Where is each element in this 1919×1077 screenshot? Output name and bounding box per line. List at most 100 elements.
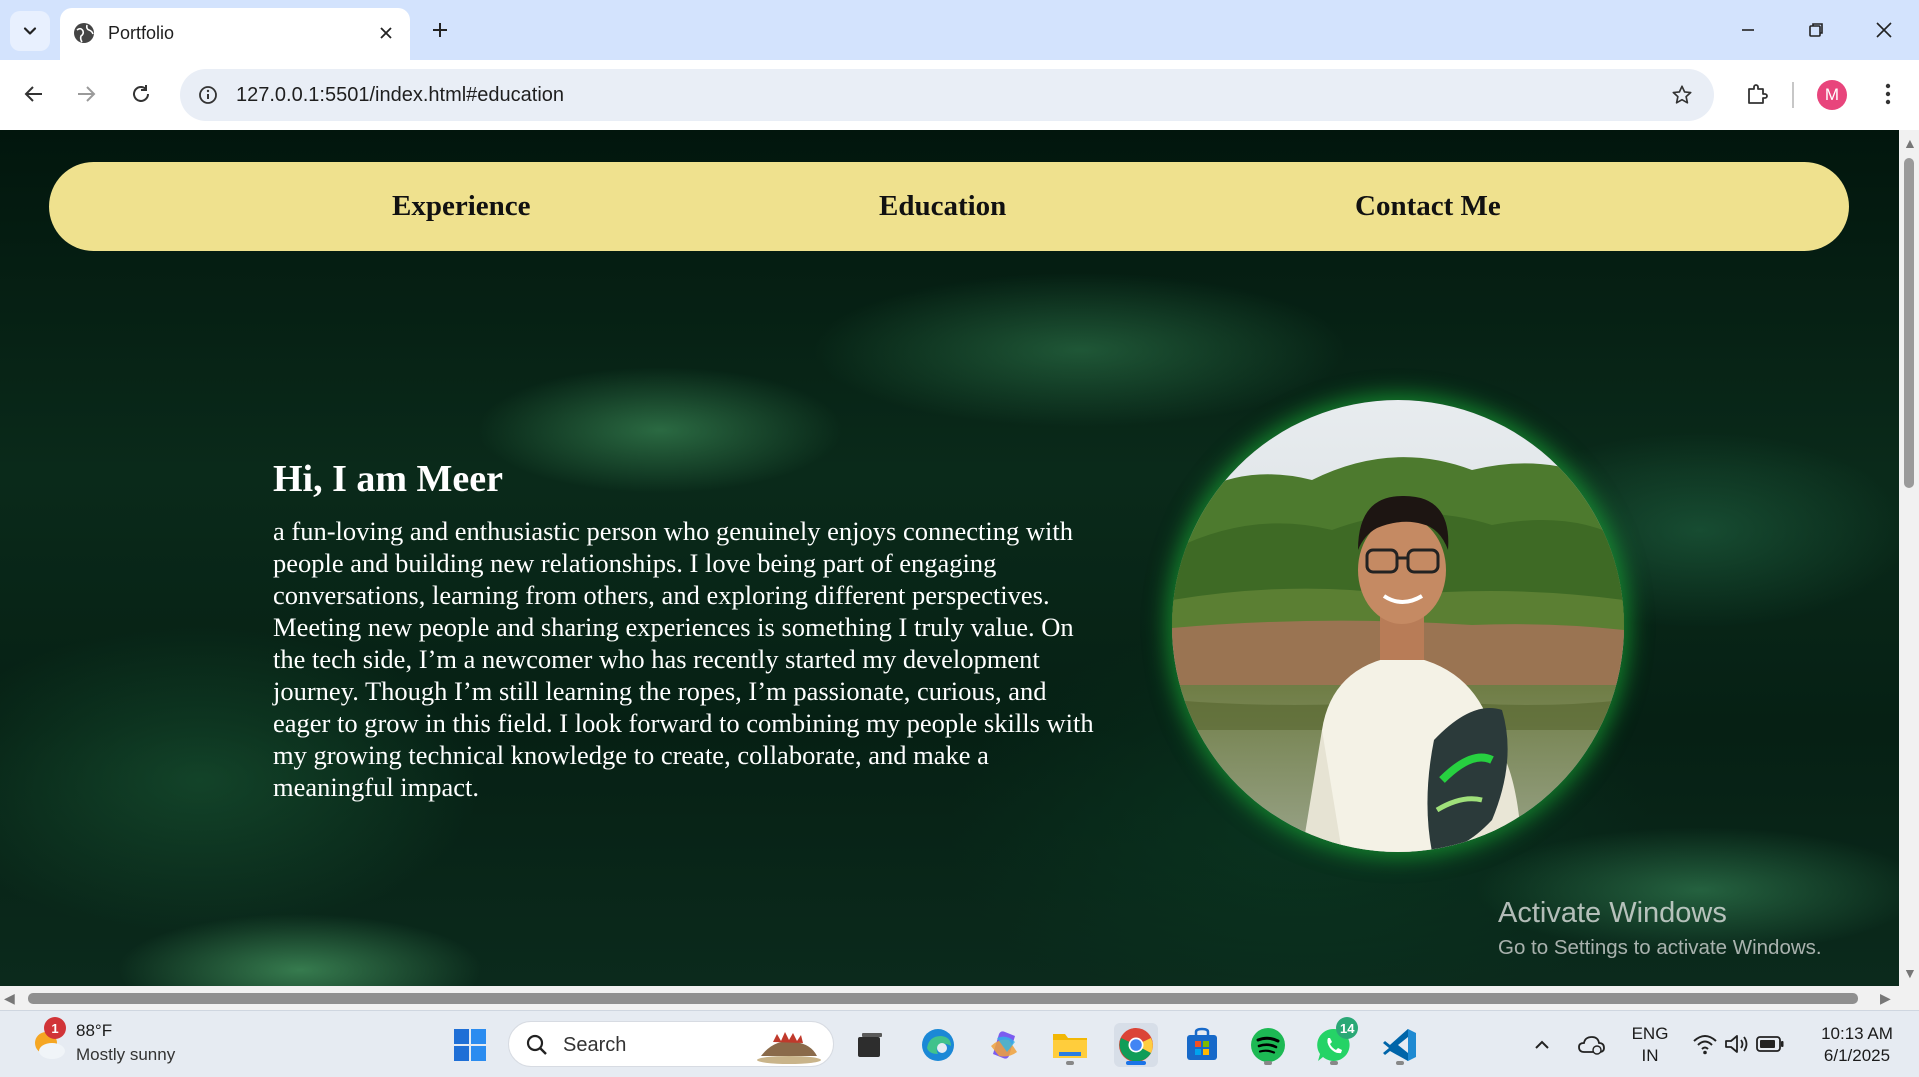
- task-view-button[interactable]: [848, 1023, 892, 1067]
- puzzle-icon: [1748, 84, 1768, 104]
- search-icon: [526, 1034, 547, 1055]
- weather-widget[interactable]: 1 88°F Mostly sunny: [20, 1011, 200, 1077]
- copilot-icon: [991, 1031, 1017, 1059]
- browser-titlebar: Portfolio: [0, 0, 1919, 60]
- hero-description: a fun-loving and enthusiastic person who…: [273, 516, 1094, 802]
- nav-link-contact[interactable]: Contact Me: [1355, 188, 1501, 224]
- clock[interactable]: 10:13 AM 6/1/2025: [1808, 1023, 1906, 1067]
- taskbar-search[interactable]: Search: [508, 1021, 834, 1067]
- bookmark-button[interactable]: [1666, 79, 1698, 111]
- back-button[interactable]: [14, 74, 54, 114]
- region-code: IN: [1641, 1046, 1659, 1065]
- spotify-taskbar-button[interactable]: [1246, 1023, 1290, 1067]
- close-icon: [1876, 22, 1892, 38]
- vscode-taskbar-button[interactable]: [1378, 1023, 1422, 1067]
- scroll-up-arrow-icon[interactable]: ▲: [1903, 136, 1917, 150]
- search-highlight-dinosaur-icon: [757, 1032, 821, 1064]
- site-navbar: Experience Education Contact Me: [49, 162, 1849, 251]
- battery-icon: [1756, 1036, 1784, 1052]
- network-volume-battery-button[interactable]: [1688, 1023, 1786, 1067]
- language-code: ENG: [1631, 1024, 1669, 1043]
- restore-button[interactable]: [1786, 6, 1846, 54]
- clock-date: 6/1/2025: [1823, 1046, 1891, 1065]
- weather-badge: 1: [44, 1017, 66, 1039]
- page-viewport: Experience Education Contact Me Hi, I am…: [0, 130, 1899, 986]
- new-tab-button[interactable]: [422, 12, 458, 48]
- profile-photo-image: [1172, 400, 1624, 852]
- cloud-sync-icon: [1578, 1036, 1605, 1055]
- chevron-up-icon: [1535, 1040, 1549, 1049]
- language-indicator[interactable]: ENG IN: [1626, 1023, 1674, 1067]
- restore-icon: [1809, 23, 1823, 37]
- arrow-left-icon: [24, 86, 42, 102]
- running-indicator: [1330, 1061, 1338, 1065]
- site-info-button[interactable]: [192, 79, 224, 111]
- store-icon: [1187, 1027, 1217, 1060]
- arrow-right-icon: [78, 86, 96, 102]
- extensions-button[interactable]: [1737, 74, 1777, 114]
- chrome-icon: [1119, 1028, 1153, 1062]
- nav-link-experience[interactable]: Experience: [392, 188, 531, 224]
- plus-icon: [433, 23, 447, 37]
- whatsapp-badge: 14: [1336, 1017, 1359, 1039]
- windows-taskbar: 1 88°F Mostly sunny Search 14 ENG IN 10:…: [0, 1010, 1919, 1077]
- reload-icon: [133, 85, 149, 102]
- tab-search-button[interactable]: [10, 11, 50, 51]
- onedrive-tray-button[interactable]: [1570, 1023, 1612, 1067]
- close-window-button[interactable]: [1854, 6, 1914, 54]
- profile-avatar[interactable]: M: [1817, 80, 1847, 110]
- horizontal-scroll-thumb[interactable]: [28, 993, 1858, 1004]
- vertical-scroll-thumb[interactable]: [1904, 158, 1914, 488]
- chevron-down-icon: [23, 27, 37, 35]
- volume-icon: [1725, 1035, 1748, 1053]
- weather-temperature: 88°F: [76, 1021, 113, 1040]
- address-bar[interactable]: 127.0.0.1:5501/index.html#education: [180, 69, 1714, 121]
- search-placeholder: Search: [563, 1034, 627, 1056]
- horizontal-scrollbar[interactable]: ◀ ▶: [0, 986, 1919, 1010]
- running-indicator: [1396, 1061, 1404, 1065]
- globe-icon: [74, 23, 94, 43]
- spotify-icon: [1251, 1028, 1285, 1062]
- activate-windows-subtitle: Go to Settings to activate Windows.: [1498, 936, 1822, 959]
- whatsapp-taskbar-button[interactable]: 14: [1312, 1017, 1359, 1067]
- vertical-scrollbar[interactable]: ▲ ▼: [1899, 130, 1919, 986]
- copilot-taskbar-button[interactable]: [982, 1023, 1026, 1067]
- active-indicator: [1126, 1061, 1146, 1065]
- weather-condition: Mostly sunny: [76, 1045, 176, 1064]
- info-icon: [199, 86, 217, 104]
- minimize-icon: [1742, 29, 1754, 31]
- star-icon: [1672, 85, 1692, 104]
- edge-taskbar-button[interactable]: [916, 1023, 960, 1067]
- browser-tab-active[interactable]: Portfolio: [60, 8, 410, 60]
- file-explorer-taskbar-button[interactable]: [1048, 1023, 1092, 1067]
- scroll-down-arrow-icon[interactable]: ▼: [1903, 966, 1917, 980]
- folder-icon: [1053, 1034, 1087, 1058]
- scroll-left-arrow-icon[interactable]: ◀: [4, 991, 15, 1005]
- hero-title: Hi, I am Meer: [273, 458, 504, 500]
- scroll-right-arrow-icon[interactable]: ▶: [1880, 991, 1891, 1005]
- tab-title: Portfolio: [108, 23, 175, 43]
- microsoft-store-taskbar-button[interactable]: [1180, 1023, 1224, 1067]
- windows-logo-icon: [454, 1029, 486, 1061]
- browser-menu-button[interactable]: [1870, 76, 1906, 112]
- forward-button[interactable]: [66, 74, 106, 114]
- vscode-icon: [1383, 1029, 1416, 1061]
- minimize-button[interactable]: [1718, 6, 1778, 54]
- chrome-taskbar-button[interactable]: [1114, 1023, 1158, 1067]
- close-tab-button[interactable]: [372, 19, 400, 47]
- start-button[interactable]: [448, 1023, 492, 1067]
- reload-button[interactable]: [121, 74, 161, 114]
- wifi-icon: [1693, 1035, 1717, 1055]
- toolbar-divider: [1792, 82, 1794, 108]
- task-view-icon: [858, 1033, 882, 1057]
- show-hidden-icons-button[interactable]: [1522, 1023, 1562, 1067]
- running-indicator: [1264, 1061, 1272, 1065]
- profile-photo: [1172, 400, 1624, 852]
- close-icon: [380, 27, 392, 39]
- browser-toolbar: 127.0.0.1:5501/index.html#education M: [0, 60, 1919, 130]
- nav-link-education[interactable]: Education: [879, 188, 1006, 224]
- clock-time: 10:13 AM: [1821, 1024, 1893, 1043]
- url-text[interactable]: 127.0.0.1:5501/index.html#education: [236, 83, 564, 107]
- activate-windows-title: Activate Windows: [1498, 897, 1727, 929]
- kebab-menu-icon: [1885, 83, 1891, 105]
